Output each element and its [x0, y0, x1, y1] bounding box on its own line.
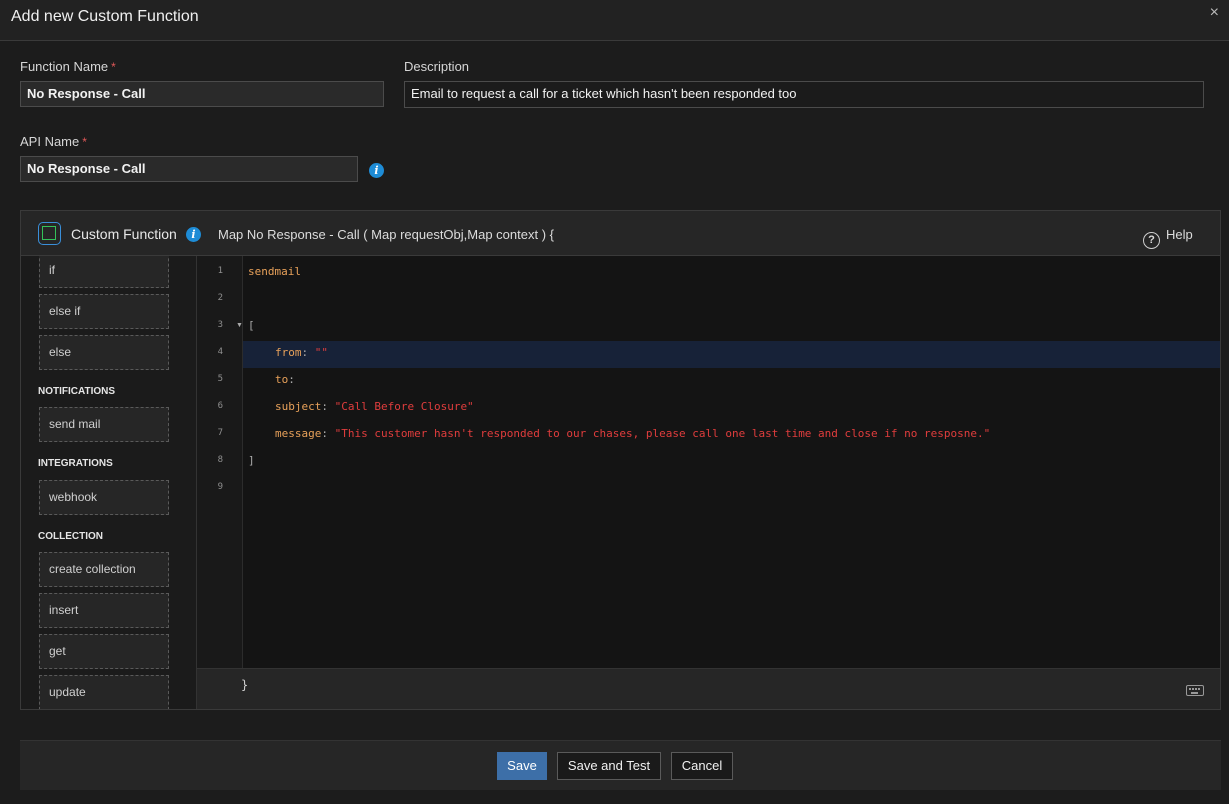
dialog-footer: Save Save and Test Cancel — [20, 740, 1221, 790]
info-icon[interactable]: i — [369, 163, 384, 178]
section-notifications: NOTIFICATIONS — [38, 386, 116, 397]
function-name-input[interactable]: No Response - Call — [20, 81, 384, 107]
line-number: 7 — [217, 428, 223, 438]
section-integrations: INTEGRATIONS — [38, 458, 113, 469]
snippet-else-if[interactable]: else if — [39, 294, 169, 329]
code-editor[interactable]: 1 2 3 ▼ 4 5 6 7 8 9 sendmail [ from: "" … — [197, 256, 1220, 668]
info-icon[interactable]: i — [186, 227, 201, 242]
dialog-header: Add new Custom Function × — [0, 0, 1229, 41]
code-key: from — [275, 346, 302, 359]
line-number: 4 — [217, 347, 223, 357]
snippet-else[interactable]: else — [39, 335, 169, 370]
help-button[interactable]: ? Help — [1143, 227, 1193, 249]
line-number: 3 — [217, 320, 223, 330]
active-line-highlight — [243, 341, 1220, 368]
snippet-if[interactable]: if — [39, 256, 169, 288]
line-number: 9 — [217, 482, 223, 492]
help-icon: ? — [1143, 232, 1160, 249]
snippet-insert[interactable]: insert — [39, 593, 169, 628]
line-number: 5 — [217, 374, 223, 384]
code-string: "" — [314, 346, 328, 359]
help-label: Help — [1166, 227, 1193, 242]
code-string: "Call Before Closure" — [334, 400, 474, 413]
snippet-send-mail[interactable]: send mail — [39, 407, 169, 442]
api-name-label-text: API Name — [20, 134, 80, 149]
description-input[interactable]: Email to request a call for a ticket whi… — [404, 81, 1204, 108]
close-icon[interactable]: × — [1210, 5, 1219, 21]
snippet-create-collection[interactable]: create collection — [39, 552, 169, 587]
custom-function-panel: Custom Function i Map No Response - Call… — [20, 210, 1221, 710]
api-name-label: API Name * — [20, 134, 87, 149]
line-number-gutter: 1 2 3 ▼ 4 5 6 7 8 9 — [197, 256, 243, 668]
code-colon: : — [288, 373, 295, 386]
snippet-sidebar: if else if else NOTIFICATIONS send mail … — [21, 256, 197, 709]
custom-function-header: Custom Function i Map No Response - Call… — [21, 211, 1220, 256]
code-string: "This customer hasn't responded to our c… — [334, 427, 991, 440]
code-line-7: message: "This customer hasn't responded… — [275, 427, 990, 440]
line-number: 2 — [217, 293, 223, 303]
required-marker: * — [82, 135, 87, 149]
line-number: 6 — [217, 401, 223, 411]
code-line-4: from: "" — [275, 346, 328, 359]
code-colon: : — [321, 427, 328, 440]
fold-arrow-icon[interactable]: ▼ — [236, 322, 243, 329]
code-line-8: ] — [248, 454, 255, 467]
snippet-webhook[interactable]: webhook — [39, 480, 169, 515]
description-label: Description — [404, 59, 470, 74]
cancel-button[interactable]: Cancel — [671, 752, 733, 780]
keyboard-icon[interactable] — [1186, 685, 1204, 696]
code-line-6: subject: "Call Before Closure" — [275, 400, 474, 413]
function-name-label-text: Function Name — [20, 59, 109, 74]
function-signature: Map No Response - Call ( Map requestObj,… — [218, 227, 554, 242]
closing-brace: } — [241, 678, 249, 692]
code-line-1: sendmail — [248, 265, 301, 278]
snippet-update[interactable]: update — [39, 675, 169, 709]
required-marker: * — [111, 60, 116, 74]
custom-function-logo-icon — [38, 222, 61, 245]
custom-function-title: Custom Function — [71, 226, 177, 242]
code-key: message — [275, 427, 322, 440]
code-colon: : — [301, 346, 309, 359]
code-line-3: [ — [248, 319, 255, 332]
section-collection: COLLECTION — [38, 531, 103, 542]
code-colon: : — [321, 400, 328, 413]
code-key: subject — [275, 400, 322, 413]
snippet-get[interactable]: get — [39, 634, 169, 669]
editor-footer: } — [197, 668, 1220, 709]
save-button[interactable]: Save — [497, 752, 547, 780]
api-name-input[interactable]: No Response - Call — [20, 156, 358, 182]
line-number: 8 — [217, 455, 223, 465]
code-key: to — [275, 373, 289, 386]
dialog-title: Add new Custom Function — [11, 8, 199, 25]
function-name-label: Function Name * — [20, 59, 116, 74]
save-and-test-button[interactable]: Save and Test — [557, 752, 661, 780]
code-line-5: to: — [275, 373, 295, 386]
line-number: 1 — [217, 266, 223, 276]
